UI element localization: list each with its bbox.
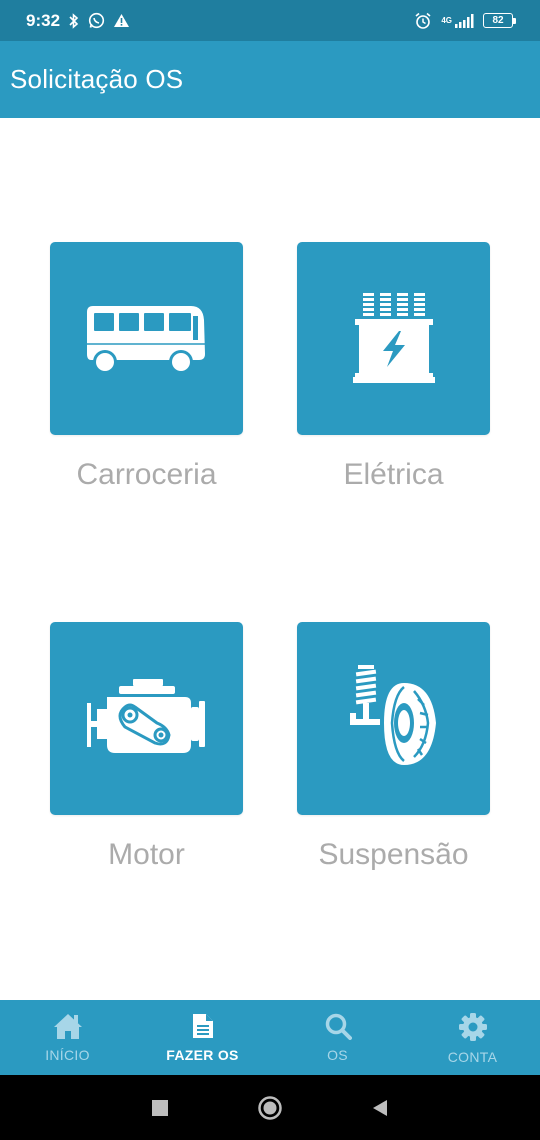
recent-apps-button[interactable] <box>145 1093 175 1123</box>
back-triangle-icon <box>373 1099 387 1116</box>
bottom-nav: INÍCIO FAZER OS OS CONTA <box>0 1000 540 1075</box>
back-button[interactable] <box>365 1093 395 1123</box>
nav-item-inicio[interactable]: INÍCIO <box>0 1000 135 1075</box>
circle-icon <box>258 1095 282 1120</box>
nav-label-os: OS <box>327 1047 348 1063</box>
alarm-icon <box>414 12 432 30</box>
status-right: 4G 82 <box>414 12 516 30</box>
engine-icon <box>86 678 205 753</box>
category-label-carroceria: Carroceria <box>76 458 217 491</box>
home-button[interactable] <box>255 1093 285 1123</box>
transformer-icon <box>352 292 435 383</box>
home-icon <box>53 1014 82 1039</box>
status-bar: 9:32 4G 82 <box>0 0 540 41</box>
system-nav-bar <box>0 1075 540 1140</box>
nav-label-conta: CONTA <box>447 1049 498 1065</box>
category-tile-eletrica[interactable] <box>297 242 490 435</box>
bluetooth-icon <box>68 12 80 29</box>
document-icon <box>192 1014 213 1038</box>
nav-item-fazer-os[interactable]: FAZER OS <box>135 1000 270 1075</box>
gear-icon <box>458 1013 487 1041</box>
category-tile-suspensao[interactable] <box>297 622 490 815</box>
category-label-suspensao: Suspensão <box>318 838 469 871</box>
nav-item-os[interactable]: OS <box>270 1000 405 1075</box>
status-left: 9:32 <box>26 11 130 31</box>
bus-icon <box>86 305 205 374</box>
app-bar: Solicitação OS <box>0 41 540 118</box>
category-label-eletrica: Elétrica <box>343 458 444 491</box>
category-label-motor: Motor <box>108 838 185 871</box>
battery-level: 82 <box>483 13 513 28</box>
square-icon <box>152 1099 168 1116</box>
search-icon <box>325 1013 352 1040</box>
nav-label-fazer-os: FAZER OS <box>166 1047 239 1063</box>
warning-icon <box>113 13 130 28</box>
category-grid: Carroceria Elétrica Motor Suspensão <box>0 118 540 1000</box>
category-tile-motor[interactable] <box>50 622 243 815</box>
nav-item-conta[interactable]: CONTA <box>405 1000 540 1075</box>
signal-icon: 4G <box>441 13 474 28</box>
status-time: 9:32 <box>26 10 61 30</box>
nav-label-inicio: INÍCIO <box>45 1047 90 1063</box>
category-tile-carroceria[interactable] <box>50 242 243 435</box>
network-type: 4G <box>441 15 452 25</box>
page-title: Solicitação OS <box>10 64 184 94</box>
whatsapp-icon <box>88 12 105 29</box>
battery-icon: 82 <box>483 13 516 28</box>
suspension-icon <box>349 664 436 765</box>
